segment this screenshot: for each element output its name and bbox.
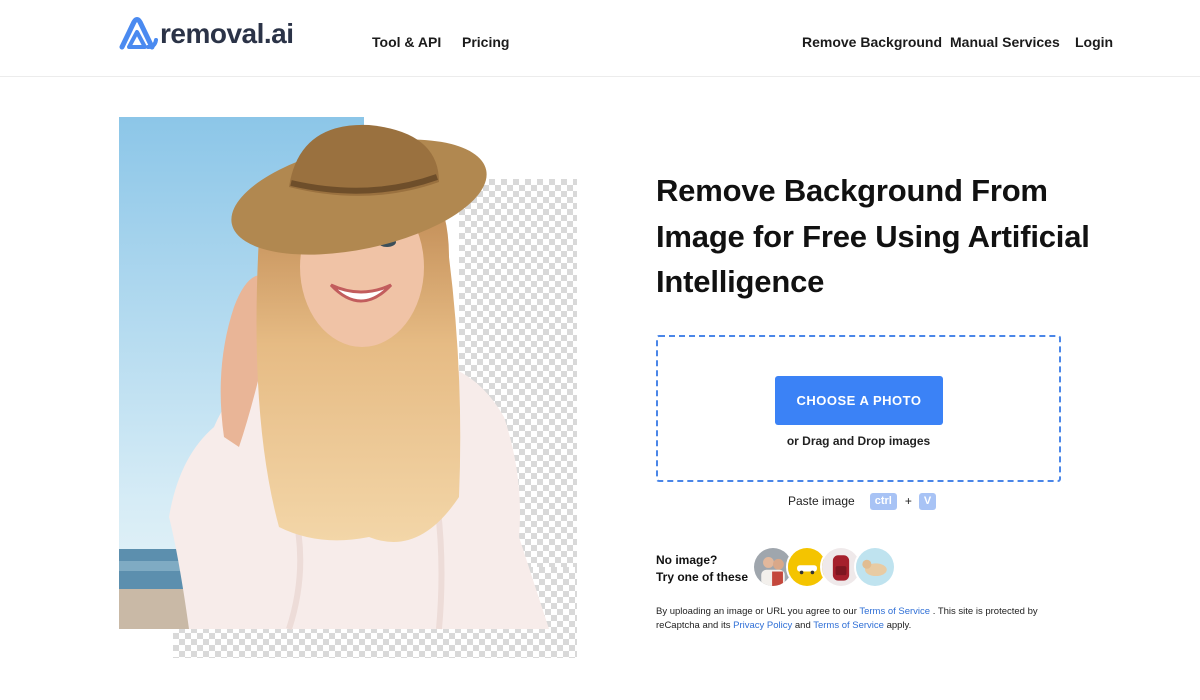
ctrl-key: ctrl [869,492,897,510]
nav-pricing[interactable]: Pricing [462,32,509,52]
upload-dropzone[interactable]: CHOOSE A PHOTO or Drag and Drop images [656,335,1061,482]
sample-line-1: No image? [656,553,718,567]
drag-drop-hint: or Drag and Drop images [786,434,931,448]
legal-text-1: By uploading an image or URL you agree t… [656,606,857,617]
privacy-policy-link[interactable]: Privacy Policy [733,620,792,631]
terms-link[interactable]: Terms of Service [859,606,930,617]
nav-tool-api[interactable]: Tool & API [372,32,441,52]
nav-login[interactable]: Login [1075,32,1113,52]
nav-remove-background[interactable]: Remove Background [802,32,942,52]
woman-subject [169,124,549,630]
legal-text-4: apply. [886,619,912,631]
legal-notice: By uploading an image or URL you agree t… [656,605,1076,632]
nav-manual-services[interactable]: Manual Services [950,32,1060,52]
legal-text-and: and [794,619,811,631]
sample-dog-thumb[interactable] [854,546,896,588]
logo-wordmark: removal.ai [160,18,294,49]
choose-photo-button[interactable]: CHOOSE A PHOTO [775,376,943,425]
page-title: Remove Background From Image for Free Us… [656,173,1090,299]
logo-icon [119,17,158,50]
paste-hint: Paste image ctrl + V [788,492,937,510]
logo-link[interactable]: removal.ai [118,16,294,52]
sample-prompt: No image? Try one of these [656,552,748,586]
plus-sign: + [904,494,912,508]
v-key: V [918,492,937,510]
sample-line-2: Try one of these [656,570,749,584]
hero-image [119,117,577,658]
terms-link-2[interactable]: Terms of Service [813,620,884,631]
sample-thumbnails [752,546,902,588]
top-navbar: removal.ai Tool & API Pricing Remove Bac… [0,0,1200,77]
paste-label: Paste image [788,494,855,508]
